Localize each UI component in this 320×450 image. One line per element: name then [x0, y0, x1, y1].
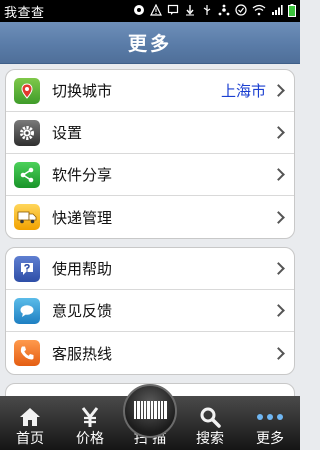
- chevron-right-icon: [272, 84, 285, 97]
- help-icon: [14, 255, 40, 282]
- chevron-right-icon: [272, 126, 285, 139]
- tab-label: 价格: [76, 431, 104, 447]
- chevron-right-icon: [272, 304, 285, 317]
- more-menu: 切换城市 上海市 设置 软件分享 快递管理 使用帮助 意见反馈 客服热线: [0, 64, 300, 396]
- menu-item-share-app[interactable]: 软件分享: [6, 154, 294, 196]
- menu-item-label: 软件分享: [52, 166, 113, 184]
- chevron-right-icon: [272, 346, 285, 360]
- chevron-right-icon: [272, 210, 285, 224]
- phone-icon: [14, 340, 40, 366]
- chat-icon: [167, 4, 179, 18]
- chevron-right-icon: [272, 168, 285, 181]
- menu-item-label: 切换城市: [52, 82, 113, 100]
- search-icon: [199, 403, 221, 431]
- menu-item-feedback[interactable]: 意见反馈: [6, 290, 294, 332]
- status-icons: [133, 3, 296, 19]
- download-icon: [184, 4, 196, 18]
- menu-item-express-management[interactable]: 快递管理: [6, 196, 294, 238]
- truck-icon: [14, 204, 40, 230]
- signal-icon: [271, 4, 283, 18]
- tab-more[interactable]: 更多: [240, 396, 300, 450]
- bell-icon: [133, 4, 145, 18]
- barcode-scan-icon: [133, 400, 167, 419]
- tab-label: 搜索: [196, 431, 224, 447]
- tab-price[interactable]: 价格: [60, 396, 120, 450]
- map-pin-icon: [14, 77, 40, 104]
- status-bar: 我查查: [0, 0, 300, 22]
- yen-icon: [79, 403, 101, 431]
- tab-label: 首页: [16, 431, 44, 447]
- page-title-bar: 更多: [0, 22, 300, 64]
- more-dots-icon: [256, 403, 284, 431]
- tab-label: 更多: [256, 431, 284, 447]
- wifi-icon: [252, 4, 266, 18]
- chevron-right-icon: [272, 262, 285, 275]
- tab-home[interactable]: 首页: [0, 396, 60, 450]
- status-app-name: 我查查: [4, 5, 45, 21]
- menu-group-1: 切换城市 上海市 设置 软件分享 快递管理: [5, 69, 295, 239]
- home-icon: [18, 403, 42, 431]
- tab-scan[interactable]: 扫 描: [120, 384, 180, 450]
- feedback-icon: [14, 297, 40, 324]
- menu-item-label: 客服热线: [52, 344, 113, 363]
- current-city-value: 上海市: [220, 82, 266, 100]
- menu-item-help[interactable]: 使用帮助: [6, 248, 294, 290]
- tab-search[interactable]: 搜索: [180, 396, 240, 450]
- page-title: 更多: [127, 33, 172, 55]
- menu-item-label: 使用帮助: [52, 260, 113, 278]
- menu-item-label: 设置: [52, 124, 83, 142]
- battery-icon: [288, 3, 296, 19]
- scan-button[interactable]: [123, 384, 177, 438]
- bottom-tab-bar: 首页 价格 扫 描 搜索 更多: [0, 384, 300, 450]
- menu-item-label: 意见反馈: [52, 302, 113, 320]
- share-icon: [14, 161, 40, 188]
- menu-group-2: 使用帮助 意见反馈 客服热线: [5, 247, 295, 375]
- usb-icon: [201, 4, 213, 18]
- check-icon: [235, 4, 247, 18]
- menu-item-switch-city[interactable]: 切换城市 上海市: [6, 70, 294, 112]
- network-icon: [218, 4, 230, 18]
- menu-item-label: 快递管理: [52, 208, 113, 227]
- menu-item-settings[interactable]: 设置: [6, 112, 294, 154]
- menu-item-hotline[interactable]: 客服热线: [6, 332, 294, 374]
- gear-icon: [14, 119, 40, 146]
- alert-icon: [150, 3, 162, 18]
